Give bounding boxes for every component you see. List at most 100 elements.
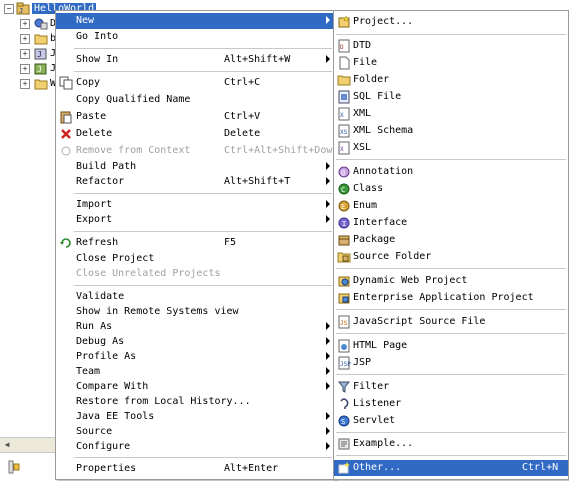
menu-item-show-in-remote-systems[interactable]: Show in Remote Systems view	[56, 304, 334, 320]
new-item-other[interactable]: Other... Ctrl+N	[334, 460, 568, 476]
new-item-interface[interactable]: I Interface	[334, 215, 568, 231]
xml-file-icon: X	[338, 107, 350, 121]
new-item-javascript-source[interactable]: JS JavaScript Source File	[334, 314, 568, 330]
menu-label: Properties	[76, 463, 137, 474]
menu-item-refresh[interactable]: Refresh F5	[56, 235, 334, 251]
menu-item-validate[interactable]: Validate	[56, 289, 334, 305]
menu-item-show-in[interactable]: Show In Alt+Shift+W	[56, 52, 334, 68]
menu-item-profile-as[interactable]: Profile As	[56, 349, 334, 365]
menu-item-go-into[interactable]: Go Into	[56, 29, 334, 45]
menu-item-copy-qualified-name[interactable]: Copy Qualified Name	[56, 92, 334, 108]
menu-item-close-project[interactable]: Close Project	[56, 251, 334, 267]
submenu-arrow-icon	[326, 322, 330, 330]
interface-icon: I	[338, 217, 350, 229]
menu-item-close-unrelated-projects[interactable]: Close Unrelated Projects	[56, 266, 334, 282]
expand-icon[interactable]: +	[20, 79, 30, 89]
menu-separator	[336, 432, 566, 433]
menu-label: Enum	[353, 200, 378, 211]
svg-text:I: I	[342, 220, 346, 228]
new-item-sql-file[interactable]: SQL File	[334, 89, 568, 105]
project-icon: J	[16, 2, 30, 15]
menu-item-copy[interactable]: Copy Ctrl+C	[56, 75, 334, 91]
menu-item-team[interactable]: Team	[56, 364, 334, 380]
menu-item-new[interactable]: New	[56, 13, 334, 29]
menu-item-run-as[interactable]: Run As	[56, 319, 334, 335]
new-item-folder[interactable]: Folder	[334, 72, 568, 88]
menu-item-properties[interactable]: Properties Alt+Enter	[56, 461, 334, 477]
menu-label: Show In	[76, 54, 119, 65]
menu-label: Compare With	[76, 381, 149, 392]
menu-item-configure[interactable]: Configure	[56, 439, 334, 455]
menu-separator	[74, 193, 332, 194]
menu-shortcut: Alt+Shift+T	[224, 176, 291, 187]
menu-label: New	[76, 15, 95, 26]
menu-item-delete[interactable]: Delete Delete	[56, 126, 334, 142]
menu-label: Copy	[76, 77, 101, 88]
menu-item-build-path[interactable]: Build Path	[56, 159, 334, 175]
menu-item-java-ee-tools[interactable]: Java EE Tools	[56, 409, 334, 425]
new-item-xsl[interactable]: X XSL	[334, 140, 568, 156]
new-item-dynamic-web-project[interactable]: Dynamic Web Project	[334, 273, 568, 289]
menu-item-compare-with[interactable]: Compare With	[56, 379, 334, 395]
new-item-html-page[interactable]: HTML Page	[334, 338, 568, 354]
expand-icon[interactable]: +	[20, 19, 30, 29]
new-submenu: Project... D DTD File Folder SQL File X …	[333, 10, 569, 480]
new-item-filter[interactable]: Filter	[334, 379, 568, 395]
new-item-source-folder[interactable]: Source Folder	[334, 249, 568, 265]
new-item-file[interactable]: File	[334, 55, 568, 71]
servlet-icon: S	[338, 415, 350, 427]
new-item-enterprise-app-project[interactable]: Enterprise Application Project	[334, 290, 568, 306]
menu-label: Import	[76, 199, 113, 210]
new-item-annotation[interactable]: @ Annotation	[334, 164, 568, 180]
web-project-icon	[338, 276, 350, 287]
menu-label: Source Folder	[353, 251, 432, 262]
menu-label: Team	[76, 366, 101, 377]
expand-icon[interactable]: +	[20, 64, 30, 74]
refresh-icon	[60, 238, 71, 248]
scroll-left-icon[interactable]: ◀	[2, 440, 12, 450]
menu-item-remove-from-context[interactable]: Remove from Context Ctrl+Alt+Shift+Down	[56, 143, 338, 159]
new-item-xml-schema[interactable]: XS XML Schema	[334, 123, 568, 139]
expand-icon[interactable]: +	[20, 34, 30, 44]
new-item-servlet[interactable]: S Servlet	[334, 413, 568, 429]
new-item-jsp[interactable]: JSP JSP	[334, 355, 568, 371]
dtd-file-icon: D	[338, 39, 350, 53]
enum-icon: E	[338, 200, 350, 212]
collapse-icon[interactable]: −	[4, 4, 14, 14]
new-wizard-icon	[338, 462, 350, 474]
javascript-resources-icon: J	[34, 63, 47, 75]
new-item-dtd[interactable]: D DTD	[334, 38, 568, 54]
menu-item-export[interactable]: Export	[56, 212, 334, 228]
filter-icon	[337, 381, 351, 393]
menu-item-source[interactable]: Source	[56, 424, 334, 440]
menu-separator	[74, 48, 332, 49]
menu-label: Package	[353, 234, 396, 245]
menu-label: JavaScript Source File	[353, 316, 486, 327]
new-item-xml[interactable]: X XML	[334, 106, 568, 122]
menu-label: JSP	[353, 357, 372, 368]
example-icon	[338, 438, 350, 450]
class-icon: C	[338, 183, 350, 195]
menu-label: Copy Qualified Name	[76, 94, 191, 105]
submenu-arrow-icon	[326, 412, 330, 420]
new-item-package[interactable]: Package	[334, 232, 568, 248]
menu-item-debug-as[interactable]: Debug As	[56, 334, 334, 350]
package-icon	[338, 235, 350, 246]
new-item-enum[interactable]: E Enum	[334, 198, 568, 214]
expand-icon[interactable]: +	[20, 49, 30, 59]
new-item-class[interactable]: C Class	[334, 181, 568, 197]
new-item-example[interactable]: Example...	[334, 436, 568, 452]
menu-item-paste[interactable]: Paste Ctrl+V	[56, 109, 334, 125]
new-item-listener[interactable]: Listener	[334, 396, 568, 412]
paste-icon	[60, 111, 72, 124]
menu-separator	[74, 285, 332, 286]
menu-label: Restore from Local History...	[76, 396, 251, 407]
svg-text:C: C	[341, 186, 345, 194]
menu-label: Delete	[76, 128, 113, 139]
menu-item-refactor[interactable]: Refactor Alt+Shift+T	[56, 174, 334, 190]
new-item-project[interactable]: Project...	[334, 14, 568, 30]
menu-item-restore-local-history[interactable]: Restore from Local History...	[56, 394, 334, 410]
delete-icon	[61, 129, 71, 139]
menu-shortcut: Ctrl+Alt+Shift+Down	[224, 145, 339, 156]
menu-item-import[interactable]: Import	[56, 197, 334, 213]
